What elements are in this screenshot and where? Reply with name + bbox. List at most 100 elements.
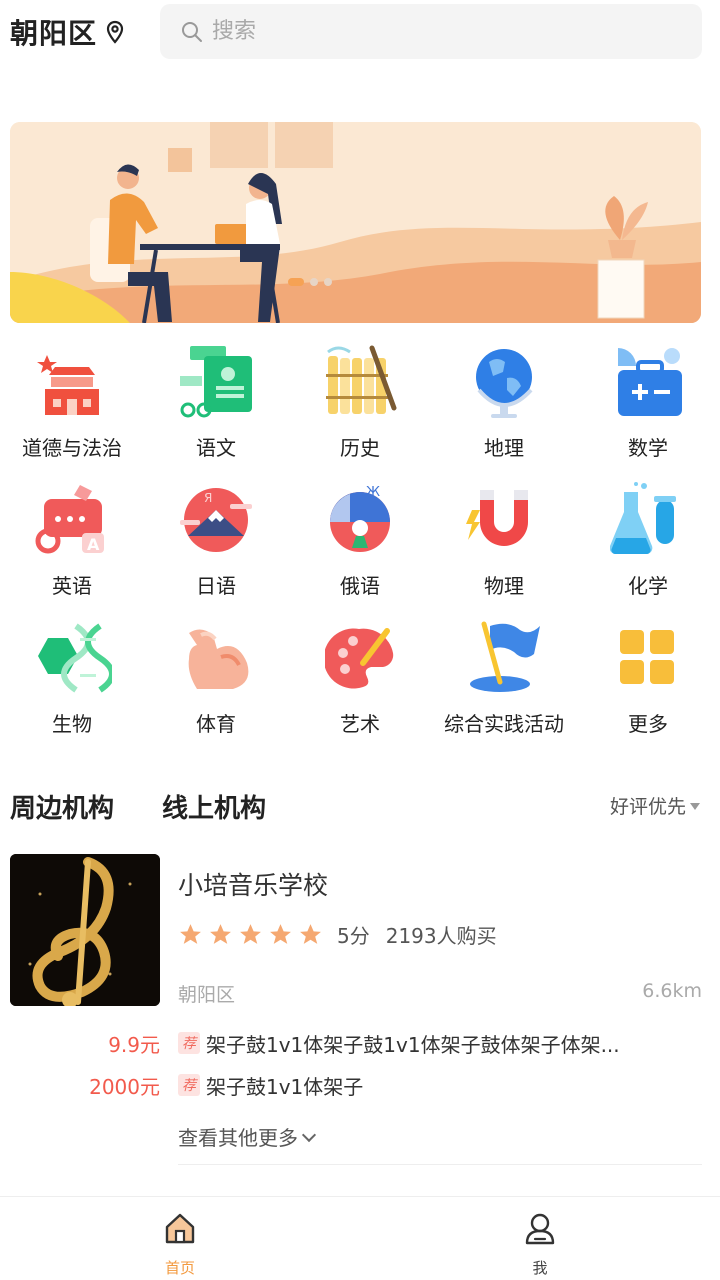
- magnet-icon: [464, 480, 544, 560]
- category-label: 物理: [484, 574, 524, 598]
- category-item[interactable]: 化学: [576, 480, 720, 606]
- header: 朝阳区: [0, 0, 720, 64]
- bamboo-slip-icon: [320, 342, 400, 422]
- search-input[interactable]: [212, 19, 692, 44]
- svg-text:Я: Я: [204, 491, 212, 505]
- category-label: 数学: [628, 436, 668, 460]
- school-distance: 6.6km: [642, 980, 702, 1002]
- star-icon: [180, 924, 201, 944]
- star-icon: [300, 924, 321, 944]
- category-item[interactable]: 艺术: [288, 618, 432, 744]
- svg-text:Ж: Ж: [366, 485, 380, 500]
- school-area: 朝阳区: [178, 984, 236, 1006]
- category-label: 更多: [628, 712, 668, 736]
- view-more-button[interactable]: 查看其他更多: [178, 1122, 317, 1151]
- tab-online[interactable]: 线上机构: [162, 788, 266, 825]
- russian-icon: Ж: [320, 480, 400, 560]
- category-label: 生物: [52, 712, 92, 736]
- institution-card[interactable]: 小培音乐学校 5分 2193人购买 朝阳区 6.6km 9.9元 荐 架子鼓1v…: [10, 854, 702, 1166]
- category-label: 体育: [196, 712, 236, 736]
- category-label: 语文: [196, 436, 236, 460]
- category-item[interactable]: Я 日语: [144, 480, 288, 606]
- category-item[interactable]: 综合实践活动: [432, 618, 576, 744]
- category-item[interactable]: 生物: [0, 618, 144, 744]
- treble-clef-image: [10, 854, 160, 1006]
- nav-label: 首页: [164, 1259, 195, 1277]
- nav-home[interactable]: 首页: [0, 1197, 360, 1280]
- category-label: 化学: [628, 574, 668, 598]
- category-item[interactable]: 地理: [432, 342, 576, 468]
- home-icon: [165, 1213, 195, 1244]
- mount-fuji-icon: Я: [176, 480, 256, 560]
- recommend-badge: 荐: [178, 1032, 200, 1054]
- location-pin-icon: [106, 20, 124, 44]
- category-label: 俄语: [340, 574, 380, 598]
- view-more-label: 查看其他更多: [178, 1126, 298, 1150]
- palette-icon: [320, 618, 400, 698]
- course-offer[interactable]: 9.9元 荐 架子鼓1v1体架子鼓1v1体架子鼓体架子体架...: [10, 1028, 702, 1058]
- chevron-down-icon: [301, 1127, 317, 1142]
- rating-row: 5分 2193人购买: [178, 920, 497, 949]
- category-item[interactable]: A 英语: [0, 480, 144, 606]
- banner-dot[interactable]: [324, 278, 332, 286]
- english-chat-icon: A: [32, 480, 112, 560]
- svg-text:A: A: [87, 535, 100, 554]
- recommend-badge: 荐: [178, 1074, 200, 1096]
- muscle-arm-icon: [176, 618, 256, 698]
- bottom-navigation: 首页 我: [0, 1196, 720, 1280]
- category-item[interactable]: 语文: [144, 342, 288, 468]
- category-label: 艺术: [340, 712, 380, 736]
- category-label: 日语: [196, 574, 236, 598]
- promo-banner[interactable]: [10, 122, 701, 323]
- institution-tabs: 周边机构 线上机构 好评优先: [10, 780, 710, 830]
- category-label: 道德与法治: [22, 436, 122, 460]
- subject-category-grid: 道德与法治 语文 历史 地理 数学 A 英语 Я 日语 Ж 俄语 物理 化学 生…: [0, 342, 720, 744]
- course-offer[interactable]: 2000元 荐 架子鼓1v1体架子: [10, 1070, 702, 1100]
- offer-title: 架子鼓1v1体架子鼓1v1体架子鼓体架子体架...: [206, 1032, 620, 1057]
- category-item[interactable]: 历史: [288, 342, 432, 468]
- rating-score: 5分: [337, 924, 370, 948]
- banner-dot-active[interactable]: [288, 278, 304, 286]
- offer-price: 2000元: [89, 1074, 160, 1099]
- banner-illustration: [10, 122, 701, 323]
- district-label: 朝阳区: [10, 17, 98, 50]
- category-item[interactable]: 体育: [144, 618, 288, 744]
- category-label: 英语: [52, 574, 92, 598]
- banner-dot[interactable]: [310, 278, 318, 286]
- category-item[interactable]: Ж 俄语: [288, 480, 432, 606]
- offer-title: 架子鼓1v1体架子: [206, 1074, 364, 1099]
- rating-stars: [178, 922, 323, 947]
- more-grid-icon: [608, 618, 688, 698]
- search-bar[interactable]: [160, 4, 702, 59]
- flask-icon: [608, 480, 688, 560]
- buyer-count: 2193人购买: [385, 924, 497, 948]
- nav-label: 我: [532, 1259, 548, 1277]
- school-thumbnail: [10, 854, 160, 1006]
- star-icon: [210, 924, 231, 944]
- tab-label: 周边机构: [10, 794, 115, 824]
- dna-icon: [32, 618, 112, 698]
- category-item[interactable]: 数学: [576, 342, 720, 468]
- nav-me[interactable]: 我: [360, 1197, 720, 1280]
- banner-pagination: [288, 278, 332, 286]
- tab-nearby[interactable]: 周边机构: [10, 788, 122, 827]
- category-label: 地理: [484, 436, 524, 460]
- divider: [178, 1164, 702, 1165]
- sort-dropdown[interactable]: 好评优先: [610, 792, 700, 819]
- star-icon: [240, 924, 261, 944]
- category-label: 综合实践活动: [444, 712, 564, 736]
- search-icon: [182, 21, 202, 42]
- category-item[interactable]: 更多: [576, 618, 720, 744]
- district-selector[interactable]: 朝阳区: [10, 12, 127, 52]
- flag-icon: [464, 618, 544, 698]
- user-icon: [525, 1213, 555, 1245]
- star-icon: [270, 924, 291, 944]
- caret-down-icon: [690, 803, 700, 810]
- category-item[interactable]: 道德与法治: [0, 342, 144, 468]
- palace-icon: [32, 342, 112, 422]
- math-kit-icon: [608, 342, 688, 422]
- category-label: 历史: [340, 436, 380, 460]
- school-name: 小培音乐学校: [178, 871, 329, 900]
- category-item[interactable]: 物理: [432, 480, 576, 606]
- offer-price: 9.9元: [108, 1032, 160, 1057]
